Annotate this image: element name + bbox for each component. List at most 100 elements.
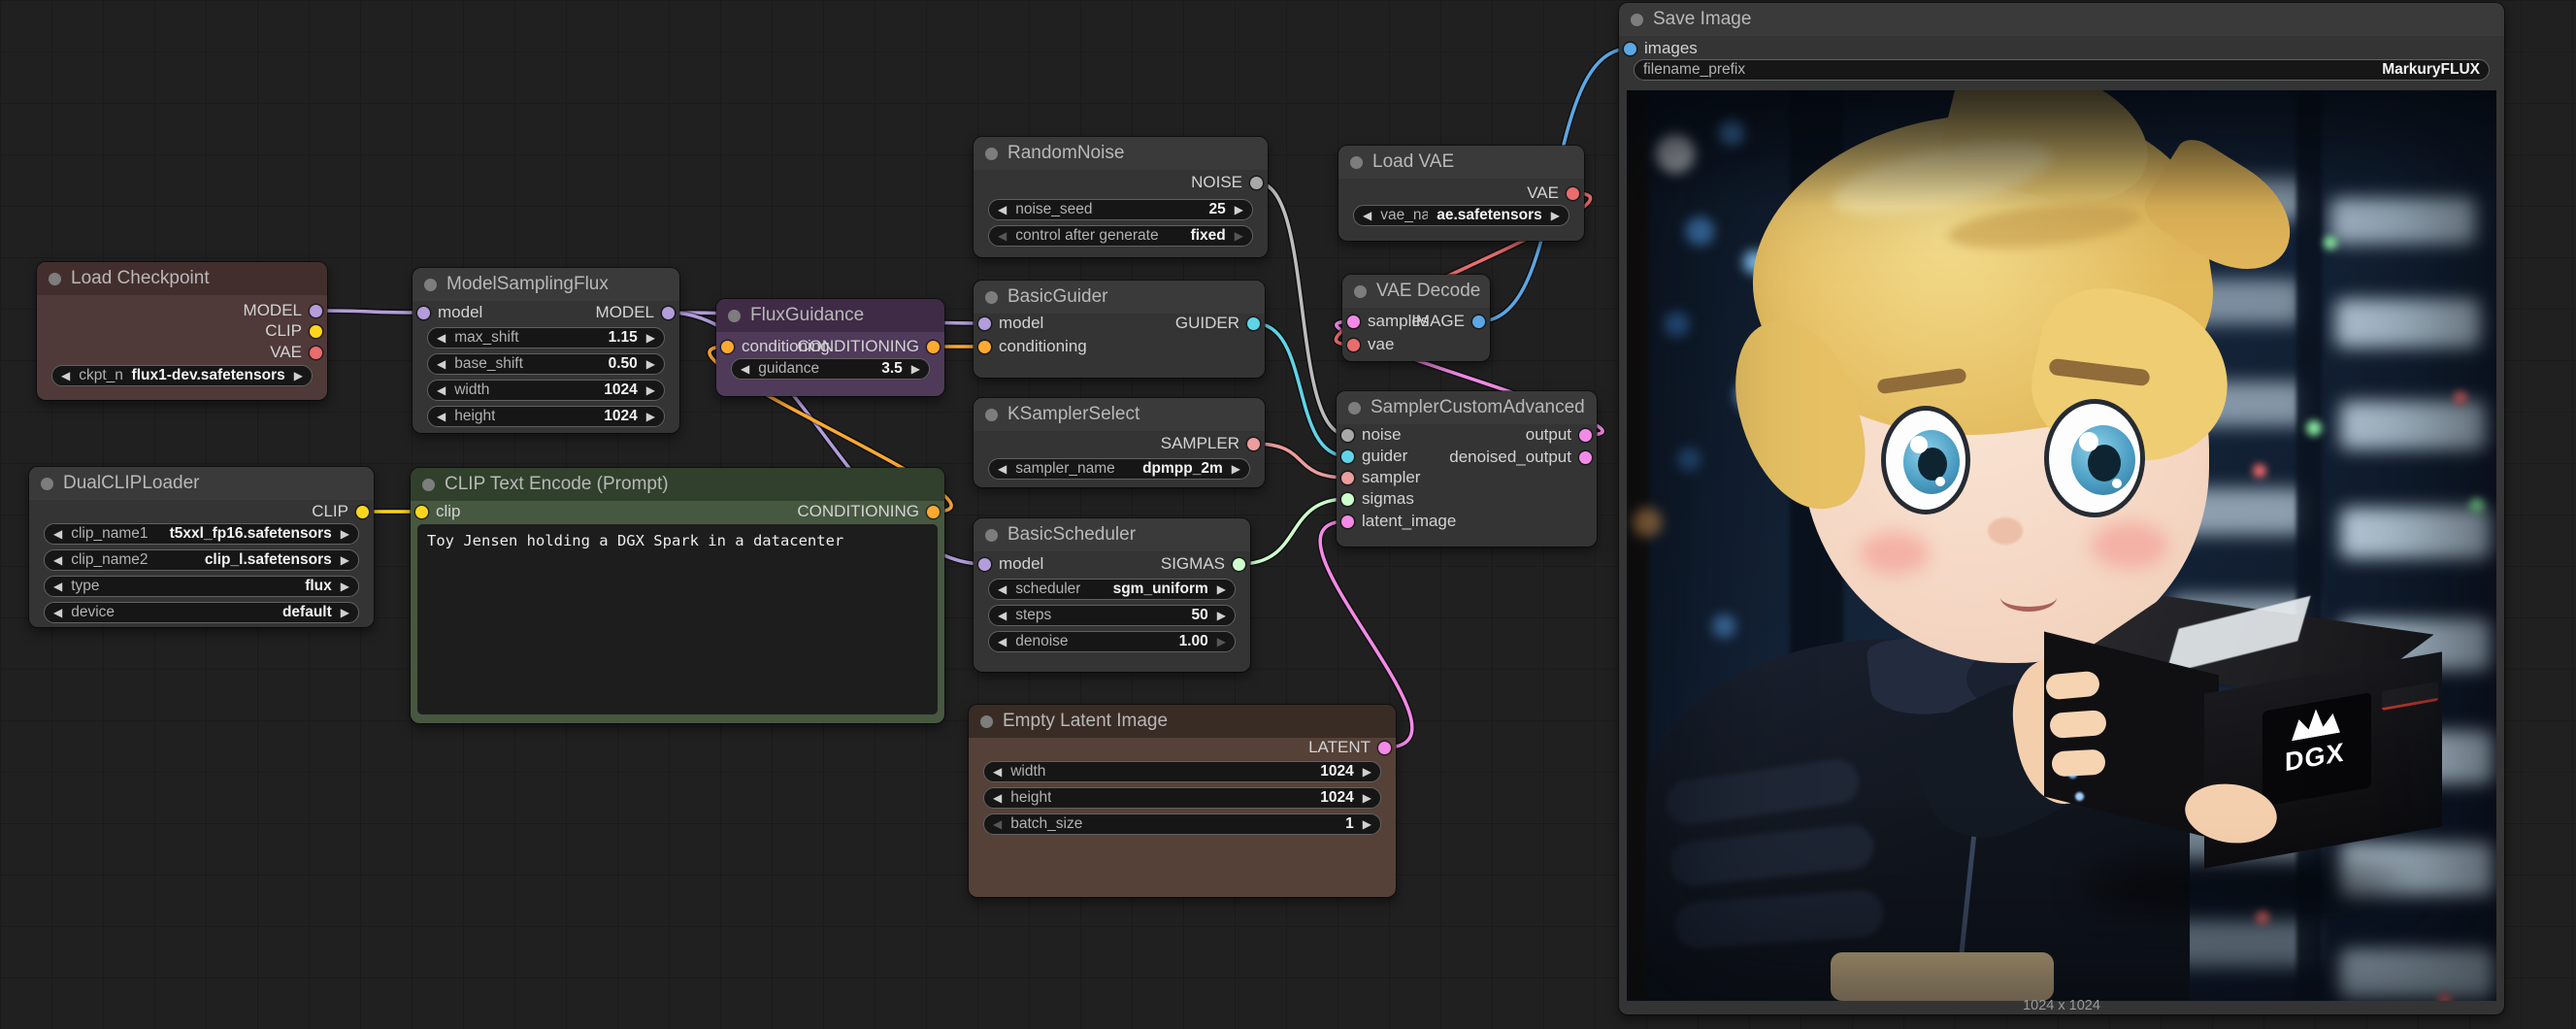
input-dot-samples[interactable] bbox=[1347, 315, 1360, 328]
widget-increment-arrow[interactable]: ▶ bbox=[341, 528, 349, 540]
output-dot-VAE[interactable] bbox=[1567, 187, 1579, 200]
input-dot-conditioning[interactable] bbox=[978, 341, 991, 353]
widget-ckpt_name[interactable]: ◀ckpt_nameflux1-dev.safetensors▶ bbox=[51, 365, 313, 386]
collapse-dot[interactable] bbox=[1354, 285, 1367, 298]
input-dot-latent_image[interactable] bbox=[1341, 515, 1354, 528]
widget-increment-arrow[interactable]: ▶ bbox=[1551, 210, 1560, 221]
widget-filename_prefix[interactable]: filename_prefixMarkuryFLUX bbox=[1634, 59, 2490, 81]
widget-increment-arrow[interactable]: ▶ bbox=[911, 363, 920, 375]
node-titlebar[interactable]: KSamplerSelect bbox=[974, 398, 1265, 431]
widget-base_shift[interactable]: ◀base_shift0.50▶ bbox=[427, 353, 665, 375]
widget-decrement-arrow[interactable]: ◀ bbox=[741, 363, 749, 375]
collapse-dot[interactable] bbox=[985, 409, 998, 421]
collapse-dot[interactable] bbox=[41, 478, 53, 490]
collapse-dot[interactable] bbox=[985, 529, 998, 542]
widget-decrement-arrow[interactable]: ◀ bbox=[998, 583, 1007, 595]
node-titlebar[interactable]: FluxGuidance bbox=[716, 299, 944, 332]
wire-model-ckpt-to-msf[interactable] bbox=[316, 311, 423, 313]
collapse-dot[interactable] bbox=[1350, 156, 1363, 169]
output-dot-GUIDER[interactable] bbox=[1247, 317, 1260, 330]
input-dot-vae[interactable] bbox=[1347, 339, 1360, 351]
widget-decrement-arrow[interactable]: ◀ bbox=[993, 766, 1002, 778]
widget-decrement-arrow[interactable]: ◀ bbox=[998, 610, 1007, 621]
widget-decrement-arrow[interactable]: ◀ bbox=[437, 332, 446, 344]
node-titlebar[interactable]: Load Checkpoint bbox=[37, 262, 327, 295]
widget-decrement-arrow[interactable]: ◀ bbox=[998, 204, 1007, 216]
node-titlebar[interactable]: DualCLIPLoader bbox=[29, 467, 374, 500]
widget-increment-arrow[interactable]: ▶ bbox=[646, 332, 655, 344]
widget-increment-arrow[interactable]: ▶ bbox=[646, 411, 655, 422]
output-dot-CLIP[interactable] bbox=[356, 506, 369, 518]
widget-decrement-arrow[interactable]: ◀ bbox=[53, 554, 62, 566]
widget-type[interactable]: ◀typeflux▶ bbox=[44, 576, 359, 597]
input-dot-model[interactable] bbox=[978, 558, 991, 571]
output-dot-CONDITIONING[interactable] bbox=[927, 506, 940, 518]
collapse-dot[interactable] bbox=[424, 279, 437, 291]
input-dot-sampler[interactable] bbox=[1341, 472, 1354, 484]
input-dot-clip[interactable] bbox=[415, 506, 428, 518]
widget-increment-arrow[interactable]: ▶ bbox=[1217, 636, 1226, 647]
wire-noise[interactable] bbox=[1257, 183, 1347, 435]
wire-guider[interactable] bbox=[1254, 323, 1347, 456]
node-titlebar[interactable]: Empty Latent Image bbox=[969, 705, 1396, 738]
widget-clip_name2[interactable]: ◀clip_name2clip_l.safetensors▶ bbox=[44, 549, 359, 571]
graph-canvas[interactable]: Load CheckpointMODELCLIPVAE◀ckpt_nameflu… bbox=[0, 0, 2576, 1029]
collapse-dot[interactable] bbox=[1348, 402, 1361, 415]
widget-increment-arrow[interactable]: ▶ bbox=[1363, 766, 1371, 778]
widget-decrement-arrow[interactable]: ◀ bbox=[61, 370, 70, 382]
widget-increment-arrow[interactable]: ▶ bbox=[341, 554, 349, 566]
widget-decrement-arrow[interactable]: ◀ bbox=[437, 411, 446, 422]
collapse-dot[interactable] bbox=[1631, 14, 1643, 26]
widget-increment-arrow[interactable]: ▶ bbox=[1363, 792, 1371, 804]
widget-increment-arrow[interactable]: ▶ bbox=[1235, 204, 1243, 216]
widget-decrement-arrow[interactable]: ◀ bbox=[993, 818, 1002, 830]
widget-increment-arrow[interactable]: ▶ bbox=[341, 607, 349, 618]
collapse-dot[interactable] bbox=[985, 148, 998, 160]
collapse-dot[interactable] bbox=[985, 291, 998, 304]
widget-increment-arrow[interactable]: ▶ bbox=[341, 581, 349, 592]
widget-batch_size[interactable]: ◀batch_size1▶ bbox=[983, 813, 1381, 835]
widget-increment-arrow[interactable]: ▶ bbox=[1235, 230, 1243, 242]
widget-increment-arrow[interactable]: ▶ bbox=[1217, 610, 1226, 621]
widget-increment-arrow[interactable]: ▶ bbox=[646, 358, 655, 370]
output-dot-SIGMAS[interactable] bbox=[1233, 558, 1245, 571]
output-dot-SAMPLER[interactable] bbox=[1247, 438, 1260, 450]
widget-device[interactable]: ◀devicedefault▶ bbox=[44, 602, 359, 623]
output-dot-MODEL[interactable] bbox=[662, 307, 675, 319]
node-titlebar[interactable]: ModelSamplingFlux bbox=[413, 268, 679, 301]
node-titlebar[interactable]: RandomNoise bbox=[974, 137, 1268, 170]
widget-control-after-generate[interactable]: ◀control after generatefixed▶ bbox=[988, 225, 1253, 247]
input-dot-sigmas[interactable] bbox=[1341, 493, 1354, 506]
widget-decrement-arrow[interactable]: ◀ bbox=[53, 581, 62, 592]
node-titlebar[interactable]: BasicGuider bbox=[974, 281, 1265, 314]
output-dot-CLIP[interactable] bbox=[310, 325, 322, 338]
output-dot-IMAGE[interactable] bbox=[1472, 315, 1485, 328]
widget-sampler_name[interactable]: ◀sampler_namedpmpp_2m▶ bbox=[988, 458, 1250, 480]
node-titlebar[interactable]: CLIP Text Encode (Prompt) bbox=[411, 468, 944, 501]
node-titlebar[interactable]: VAE Decode bbox=[1342, 275, 1490, 308]
widget-increment-arrow[interactable]: ▶ bbox=[1232, 463, 1240, 475]
output-dot-CONDITIONING[interactable] bbox=[927, 341, 940, 353]
widget-decrement-arrow[interactable]: ◀ bbox=[53, 607, 62, 618]
widget-increment-arrow[interactable]: ▶ bbox=[646, 384, 655, 396]
input-dot-conditioning[interactable] bbox=[721, 341, 734, 353]
widget-scheduler[interactable]: ◀schedulersgm_uniform▶ bbox=[988, 579, 1236, 600]
output-dot-VAE[interactable] bbox=[310, 347, 322, 359]
input-dot-model[interactable] bbox=[978, 317, 991, 330]
widget-decrement-arrow[interactable]: ◀ bbox=[437, 358, 446, 370]
collapse-dot[interactable] bbox=[422, 479, 435, 491]
input-dot-images[interactable] bbox=[1624, 43, 1636, 55]
collapse-dot[interactable] bbox=[980, 715, 993, 728]
widget-decrement-arrow[interactable]: ◀ bbox=[998, 636, 1007, 647]
input-dot-model[interactable] bbox=[417, 307, 430, 319]
widget-vae_name[interactable]: ◀vae_nameae.safetensors▶ bbox=[1353, 205, 1569, 226]
prompt-textarea[interactable]: Toy Jensen holding a DGX Spark in a data… bbox=[417, 524, 938, 714]
collapse-dot[interactable] bbox=[728, 310, 741, 322]
node-titlebar[interactable]: Save Image bbox=[1619, 3, 2504, 36]
widget-decrement-arrow[interactable]: ◀ bbox=[998, 463, 1007, 475]
output-dot-MODEL[interactable] bbox=[310, 305, 322, 317]
wire-sampler[interactable] bbox=[1254, 444, 1347, 478]
output-dot-output[interactable] bbox=[1579, 429, 1592, 442]
widget-height[interactable]: ◀height1024▶ bbox=[983, 787, 1381, 809]
node-titlebar[interactable]: Load VAE bbox=[1338, 146, 1584, 179]
